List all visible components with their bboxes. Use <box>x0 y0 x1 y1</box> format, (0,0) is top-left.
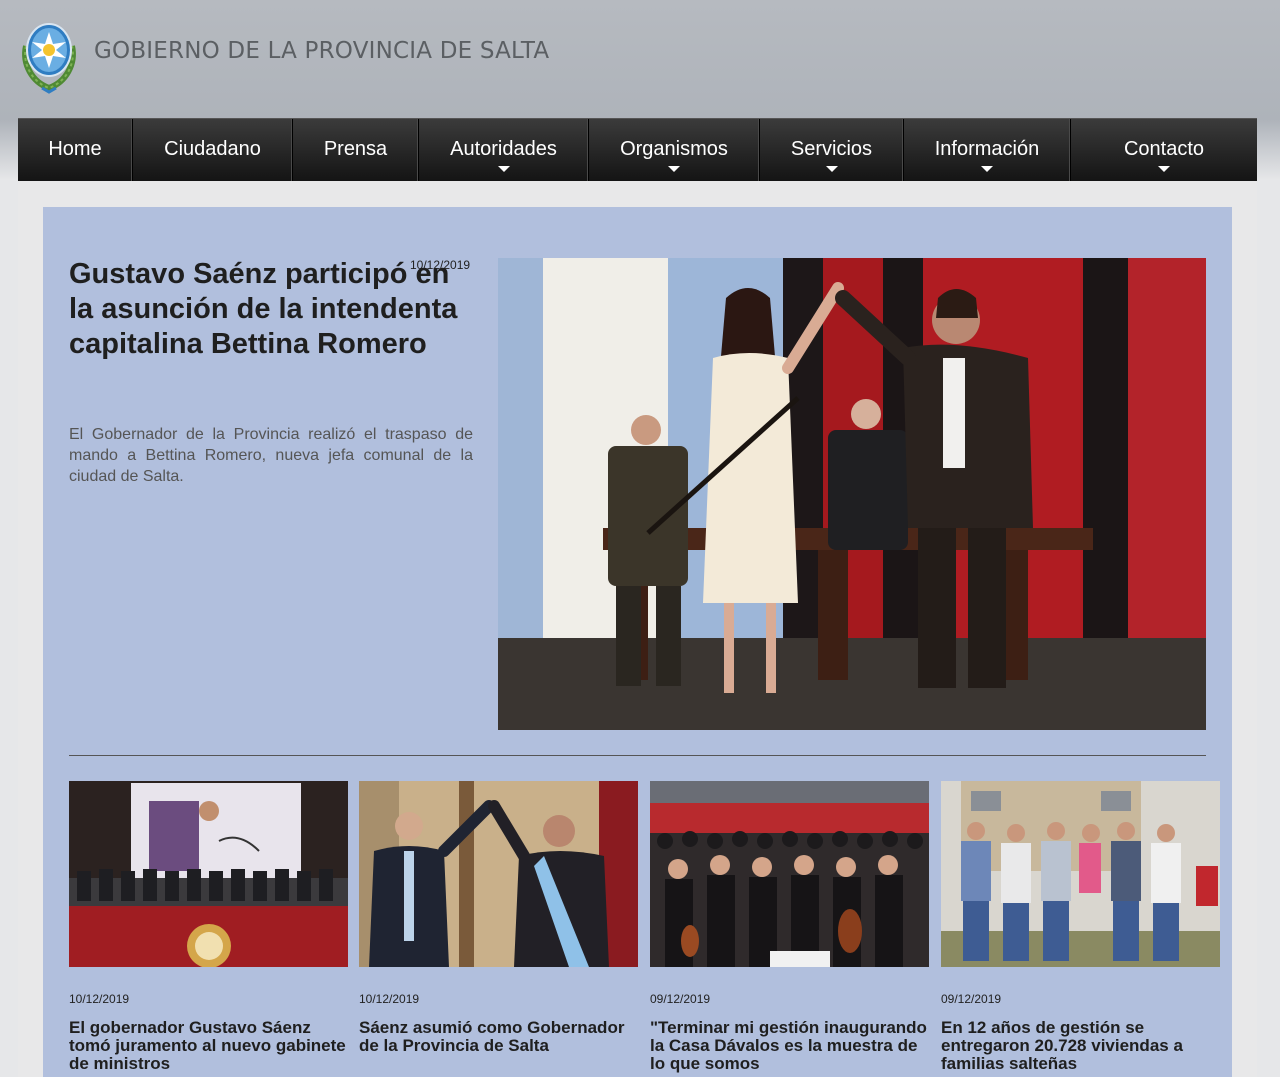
news-card-title[interactable]: "Terminar mi gestión inaugurando la Casa… <box>650 1019 929 1073</box>
site-title[interactable]: GOBIERNO DE LA PROVINCIA DE SALTA <box>94 38 549 64</box>
chevron-down-icon <box>497 166 510 172</box>
nav-item-label: Ciudadano <box>164 138 261 160</box>
news-card[interactable]: 10/12/2019 Sáenz asumió como Gobernador … <box>359 781 638 1055</box>
nav-item-organismos[interactable]: Organismos <box>589 119 760 182</box>
featured-photo[interactable] <box>498 258 1206 730</box>
nav-item-servicios[interactable]: Servicios <box>760 119 904 182</box>
main-nav: Home Ciudadano Prensa Autoridades Organi… <box>18 118 1257 182</box>
nav-item-contacto[interactable]: Contacto <box>1071 119 1257 182</box>
nav-item-home[interactable]: Home <box>18 119 133 182</box>
salta-coat-of-arms-icon[interactable] <box>18 16 80 94</box>
nav-item-informacion[interactable]: Información <box>904 119 1071 182</box>
news-card-photo[interactable] <box>650 781 929 967</box>
nav-item-prensa[interactable]: Prensa <box>293 119 419 182</box>
news-card-date: 10/12/2019 <box>359 992 420 1006</box>
nav-item-label: Servicios <box>790 138 873 160</box>
chevron-down-icon <box>981 166 993 172</box>
nav-item-ciudadano[interactable]: Ciudadano <box>133 119 293 182</box>
nav-item-label: Información <box>934 138 1040 160</box>
news-card-title[interactable]: Sáenz asumió como Gobernador de la Provi… <box>359 1019 638 1055</box>
news-card-title[interactable]: El gobernador Gustavo Sáenz tomó juramen… <box>69 1019 348 1073</box>
news-card-date: 09/12/2019 <box>941 992 1002 1006</box>
news-card[interactable]: 09/12/2019 "Terminar mi gestión inaugura… <box>650 781 929 1073</box>
featured-summary: El Gobernador de la Provincia realizó el… <box>69 426 473 485</box>
chevron-down-icon <box>1158 166 1170 172</box>
nav-item-label: Contacto <box>1123 138 1205 160</box>
news-card[interactable]: 10/12/2019 El gobernador Gustavo Sáenz t… <box>69 781 348 1073</box>
nav-item-label: Prensa <box>323 138 388 160</box>
news-card[interactable]: 09/12/2019 En 12 años de gestión se entr… <box>941 781 1220 1073</box>
news-card-date: 10/12/2019 <box>69 992 130 1006</box>
nav-item-autoridades[interactable]: Autoridades <box>419 119 589 182</box>
nav-item-label: Autoridades <box>450 138 557 160</box>
nav-item-label: Organismos <box>620 138 728 160</box>
section-divider <box>69 755 1206 756</box>
nav-item-label: Home <box>48 138 102 160</box>
chevron-down-icon <box>668 166 680 172</box>
featured-title[interactable]: Gustavo Saénz participó en la asunción d… <box>69 257 469 362</box>
chevron-down-icon <box>825 166 838 172</box>
news-card-date: 09/12/2019 <box>650 992 711 1006</box>
news-card-photo[interactable] <box>359 781 638 967</box>
site-header: GOBIERNO DE LA PROVINCIA DE SALTA <box>0 0 1280 118</box>
news-card-photo[interactable] <box>69 781 348 967</box>
news-card-title[interactable]: En 12 años de gestión se entregaron 20.7… <box>941 1019 1220 1073</box>
news-card-photo[interactable] <box>941 781 1220 967</box>
